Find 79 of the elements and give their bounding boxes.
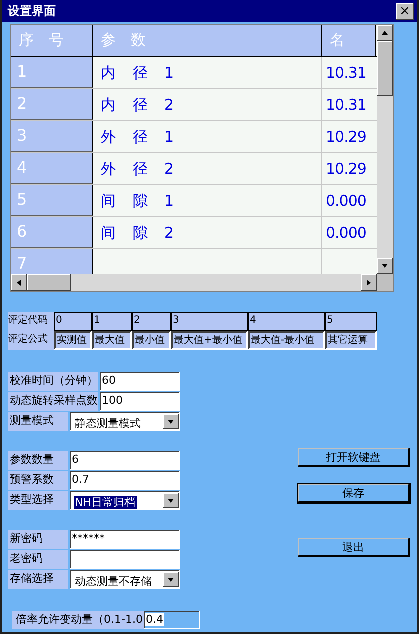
row-header: 5	[11, 185, 93, 216]
input-field[interactable]: 60	[100, 372, 180, 391]
code-cell: 3	[171, 312, 248, 331]
scroll-thumb[interactable]	[377, 41, 393, 96]
dialog-button[interactable]: 打开软键盘	[298, 448, 410, 467]
table-cell: 间 隙 1	[101, 190, 174, 210]
dropdown-value: 静态测量模式	[74, 416, 142, 430]
table-cell: 外 径 2	[101, 158, 174, 178]
dropdown[interactable]: 静态测量模式	[70, 412, 180, 431]
window-title: 设置界面	[8, 3, 56, 20]
table-cell: 外 径 1	[101, 126, 174, 146]
input-field[interactable]: ******	[70, 530, 180, 549]
input-field[interactable]: 0.7	[70, 471, 180, 490]
field-label: 动态旋转采样点数	[8, 392, 98, 411]
table-cell: 10.31	[326, 94, 366, 114]
table-cell: 10.29	[326, 158, 366, 178]
scroll-left-icon[interactable]	[15, 278, 23, 286]
input-field[interactable]: 0.4	[144, 611, 200, 629]
close-button[interactable]: ×	[396, 2, 414, 20]
dropdown-value: NH日常归档	[74, 496, 136, 508]
column-header: 序 号	[11, 25, 93, 56]
caret-down-icon[interactable]	[167, 418, 175, 426]
dropdown-value: 动态测量不存储	[74, 574, 153, 588]
code-cell: 4	[248, 312, 325, 331]
code-cell: 2	[132, 312, 171, 331]
scroll-down-icon[interactable]	[381, 262, 389, 270]
dropdown[interactable]: 动态测量不存储	[70, 570, 180, 589]
formula-cell: 最大值	[92, 331, 132, 350]
formula-cell: 其它运算	[325, 331, 377, 350]
code-cell: 5	[325, 312, 377, 331]
dropdown[interactable]: NH日常归档	[70, 491, 180, 510]
formula-cell: 实测值	[54, 331, 92, 350]
table-cell: 10.31	[326, 62, 366, 82]
table-cell: 0.000	[326, 222, 366, 242]
dropdown-arrow-button[interactable]	[163, 414, 179, 429]
field-label: 测量模式	[8, 412, 68, 431]
formula-cell: 最大值-最小值	[248, 331, 325, 350]
field-label: 预警系数	[8, 471, 68, 490]
field-label: 倍率允许变动量（0.1-1.0	[12, 611, 144, 629]
dialog-button[interactable]: 保存	[298, 484, 410, 503]
input-field[interactable]: 100	[100, 392, 180, 411]
row-label: 评定代码	[8, 312, 54, 331]
dropdown-arrow-button[interactable]	[163, 572, 179, 587]
table-cell: 0.000	[326, 190, 366, 210]
scroll-up-icon[interactable]	[381, 29, 389, 37]
field-label: 类型选择	[8, 491, 68, 510]
row-header: 7	[11, 249, 93, 274]
formula-cell: 最大值+最小值	[171, 331, 248, 350]
field-label: 参数数量	[8, 451, 68, 470]
row-header: 3	[11, 121, 93, 152]
field-label: 存储选择	[8, 570, 68, 589]
table-cell: 10.29	[326, 126, 366, 146]
field-label: 校准时间（分钟）	[8, 372, 98, 391]
table-cell: 间 隙 2	[101, 222, 174, 242]
caret-down-icon[interactable]	[167, 496, 175, 504]
dialog-button[interactable]: 退出	[298, 538, 410, 557]
caret-down-icon[interactable]	[167, 576, 175, 584]
input-field[interactable]	[70, 550, 180, 569]
row-header: 2	[11, 89, 93, 120]
code-cell: 1	[92, 312, 132, 331]
code-cell: 0	[54, 312, 92, 331]
field-label: 老密码	[8, 550, 68, 569]
row-label: 评定公式	[8, 331, 54, 350]
field-label: 新密码	[8, 530, 68, 549]
input-field[interactable]: 6	[70, 451, 180, 470]
table-cell: 内 径 1	[101, 62, 174, 82]
scrollbar-corner	[377, 274, 393, 291]
row-header: 6	[11, 217, 93, 248]
dropdown-arrow-button[interactable]	[163, 493, 179, 508]
vertical-scrollbar[interactable]	[377, 25, 393, 274]
column-header: 名	[322, 25, 376, 56]
row-header: 4	[11, 153, 93, 184]
horizontal-scrollbar[interactable]	[11, 274, 377, 291]
table-cell: 内 径 2	[101, 94, 174, 114]
row-header: 1	[11, 57, 93, 88]
scroll-thumb[interactable]	[27, 274, 71, 291]
scroll-right-icon[interactable]	[365, 278, 373, 286]
column-header: 参 数	[93, 25, 322, 56]
formula-cell: 最小值	[132, 331, 171, 350]
